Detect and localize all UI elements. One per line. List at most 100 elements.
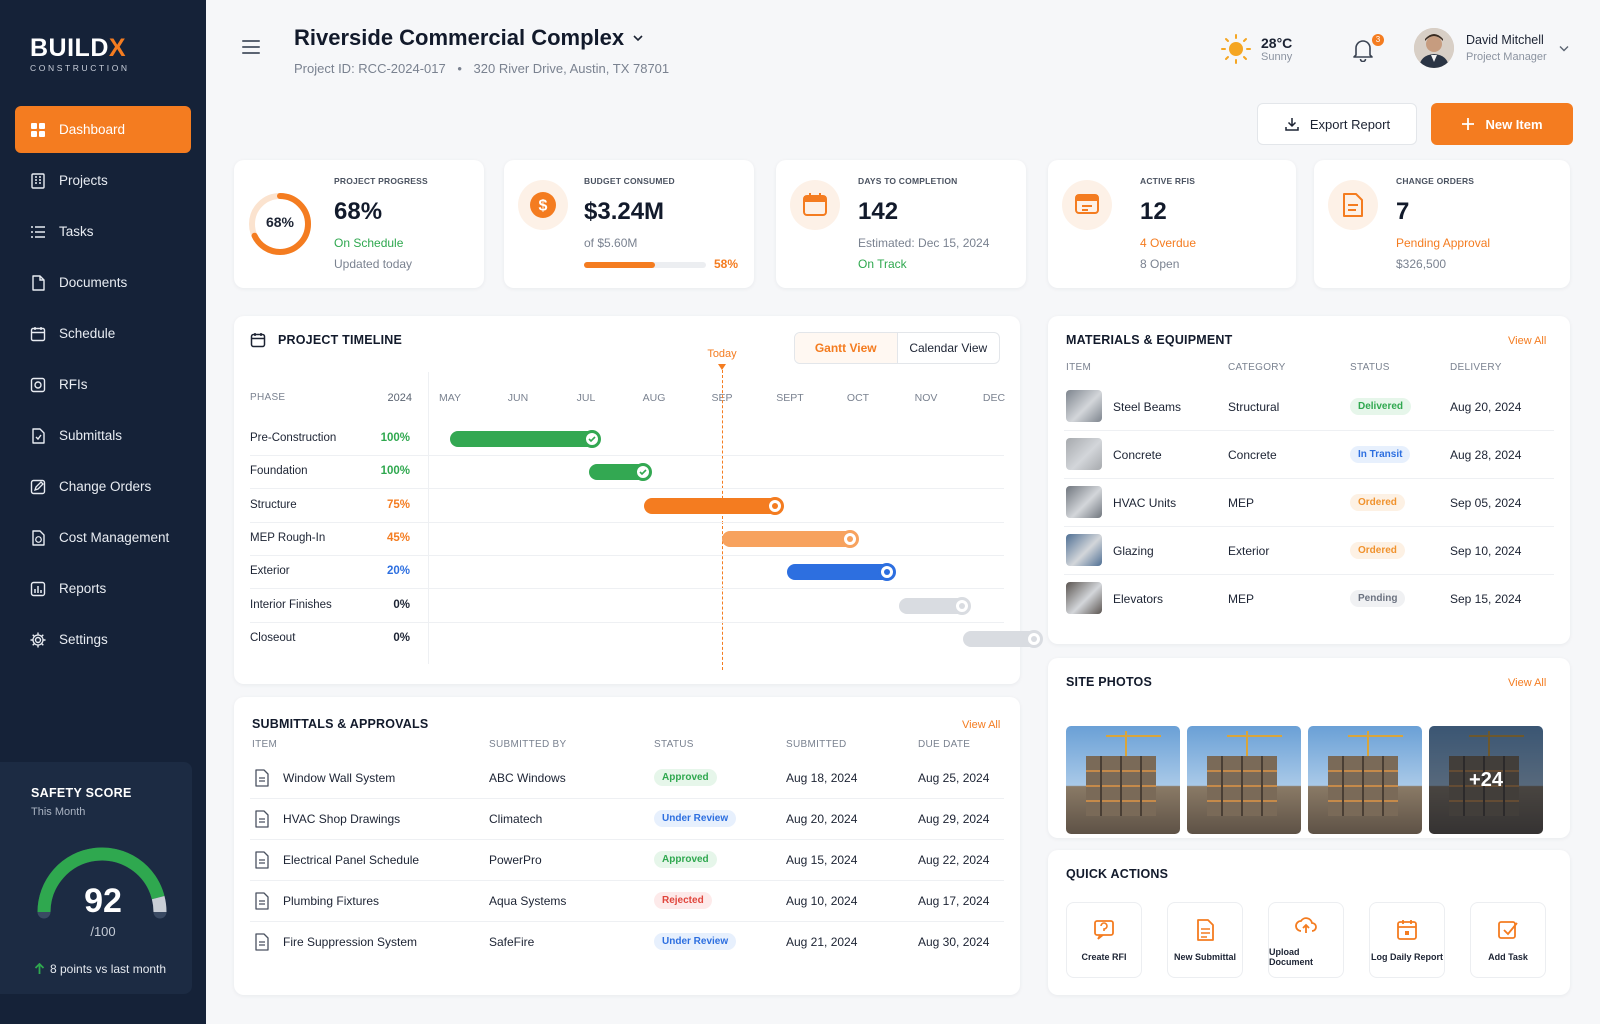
status-badge: Rejected [654, 892, 712, 909]
file-icon [254, 892, 270, 915]
kpi-estimated: Estimated: Dec 15, 2024 [858, 236, 990, 250]
table-row[interactable]: Glazing Exterior Ordered Sep 10, 2024 [1048, 534, 1570, 570]
site-photos-view-all-link[interactable]: View All [1508, 677, 1546, 689]
submitted-by: ABC Windows [489, 771, 566, 785]
weather-desc: Sunny [1261, 51, 1293, 63]
materials-card: MATERIALS & EQUIPMENT View All ITEM CATEG… [1048, 316, 1570, 644]
quick-action-new-submittal[interactable]: New Submittal [1167, 902, 1243, 978]
row-divider [1064, 430, 1554, 431]
table-row[interactable]: HVAC Units MEP Ordered Sep 05, 2024 [1048, 486, 1570, 522]
sidebar-item-label: Dashboard [59, 122, 126, 137]
calendar-view-tab[interactable]: Calendar View [898, 333, 1000, 363]
sidebar-item-dashboard[interactable]: Dashboard [15, 106, 191, 153]
site-photo[interactable] [1066, 726, 1180, 834]
material-category: MEP [1228, 592, 1255, 606]
row-divider [1064, 526, 1554, 527]
row-divider [1064, 574, 1554, 575]
phase-name: Exterior [250, 565, 290, 578]
download-icon [1285, 118, 1299, 131]
sidebar-item-projects[interactable]: Projects [15, 157, 191, 204]
submittal-item: Plumbing Fixtures [283, 894, 380, 908]
site-photo[interactable] [1187, 726, 1301, 834]
kpi-pending: Pending Approval [1396, 236, 1491, 250]
budget-progress-bar [584, 262, 706, 268]
project-id: Project ID: RCC-2024-017 [294, 61, 446, 76]
status-badge: Approved [654, 851, 717, 868]
submittal-item: Electrical Panel Schedule [283, 853, 420, 867]
table-row[interactable]: Elevators MEP Pending Sep 15, 2024 [1048, 582, 1570, 618]
kpi-label: CHANGE ORDERS [1396, 176, 1475, 186]
quick-action-log-daily-report[interactable]: Log Daily Report [1369, 902, 1445, 978]
sidebar-item-settings[interactable]: Settings [15, 616, 191, 663]
phase-name: MEP Rough-In [250, 531, 326, 544]
site-photo[interactable] [1308, 726, 1422, 834]
sidebar-nav: Dashboard Projects Tasks Documents Schedule R… [15, 106, 191, 667]
material-category: Concrete [1228, 448, 1277, 462]
document-icon [1197, 919, 1214, 941]
sidebar-item-change-orders[interactable]: Change Orders [15, 463, 191, 510]
gantt-view-tab[interactable]: Gantt View [795, 333, 898, 363]
quick-action-create-rfi[interactable]: Create RFI [1066, 902, 1142, 978]
svg-text:$: $ [539, 198, 548, 215]
table-row[interactable]: Electrical Panel Schedule PowerPro Approve… [234, 846, 1020, 874]
sidebar-item-cost-management[interactable]: Cost Management [15, 514, 191, 561]
brand-logo[interactable]: BUILDX CONSTRUCTION [30, 34, 130, 73]
user-name: David Mitchell [1466, 33, 1544, 47]
sidebar-item-rfis[interactable]: RFIs [15, 361, 191, 408]
document-icon [32, 274, 45, 291]
report-icon [30, 581, 46, 596]
check-circle-icon [633, 463, 652, 482]
material-thumbnail [1066, 438, 1102, 470]
site-photo[interactable]: +24 [1429, 726, 1543, 834]
gantt-bar[interactable] [589, 463, 652, 482]
table-row[interactable]: Window Wall System ABC Windows Approved Aug… [234, 764, 1020, 792]
row-divider [250, 921, 1004, 922]
plus-icon [1462, 118, 1475, 130]
row-divider [250, 621, 1004, 623]
quick-action-upload-document[interactable]: Upload Document [1268, 902, 1344, 978]
bell-icon[interactable] [1352, 38, 1374, 62]
delivery-date: Aug 20, 2024 [1450, 400, 1522, 414]
material-item: Steel Beams [1113, 400, 1182, 414]
meta-separator: • [457, 61, 462, 76]
project-selector[interactable]: Riverside Commercial Complex [294, 25, 644, 51]
notification-badge: 3 [1372, 34, 1384, 46]
sidebar-item-tasks[interactable]: Tasks [15, 208, 191, 255]
gantt-bar[interactable] [786, 563, 897, 582]
sidebar-item-reports[interactable]: Reports [15, 565, 191, 612]
table-row[interactable]: Steel Beams Structural Delivered Aug 20, 20… [1048, 390, 1570, 426]
quick-action-label: Log Daily Report [1370, 952, 1443, 962]
gantt-bar[interactable] [898, 596, 972, 615]
chevron-down-icon [1559, 45, 1569, 51]
gantt-bar[interactable] [963, 629, 1043, 648]
table-row[interactable]: Concrete Concrete In Transit Aug 28, 2024 [1048, 438, 1570, 474]
brand-name-b: X [108, 34, 127, 62]
table-row[interactable]: HVAC Shop Drawings Climatech Under Review A… [234, 805, 1020, 833]
gantt-bar[interactable] [722, 529, 859, 548]
gantt-bar[interactable] [450, 430, 601, 448]
menu-icon[interactable] [242, 40, 260, 54]
quick-action-add-task[interactable]: Add Task [1470, 902, 1546, 978]
quick-action-label: New Submittal [1173, 952, 1236, 962]
gantt-bar[interactable] [643, 496, 785, 515]
column-header: DELIVERY [1450, 362, 1502, 373]
due-date: Aug 22, 2024 [918, 853, 990, 867]
materials-view-all-link[interactable]: View All [1508, 335, 1546, 347]
due-date: Aug 25, 2024 [918, 771, 990, 785]
more-photos-overlay[interactable]: +24 [1429, 726, 1543, 834]
month-label: DEC [982, 392, 1006, 404]
table-row[interactable]: Plumbing Fixtures Aqua Systems Rejected Aug… [234, 887, 1020, 915]
export-report-button[interactable]: Export Report [1257, 103, 1417, 145]
kpi-open: 8 Open [1140, 257, 1180, 271]
phase-percent: 100% [380, 432, 410, 444]
new-item-button[interactable]: New Item [1431, 103, 1573, 145]
sidebar-item-schedule[interactable]: Schedule [15, 310, 191, 357]
material-category: MEP [1228, 496, 1255, 510]
table-row[interactable]: Fire Suppression System SafeFire Under Rev… [234, 928, 1020, 956]
milestone-dot [878, 563, 897, 582]
sidebar-item-submittals[interactable]: Submittals [15, 412, 191, 459]
sidebar-item-documents[interactable]: Documents [15, 259, 191, 306]
user-menu[interactable]: David Mitchell Project Manager [1414, 28, 1569, 68]
submittals-view-all-link[interactable]: View All [962, 719, 1000, 731]
phase-percent: 0% [393, 631, 410, 644]
